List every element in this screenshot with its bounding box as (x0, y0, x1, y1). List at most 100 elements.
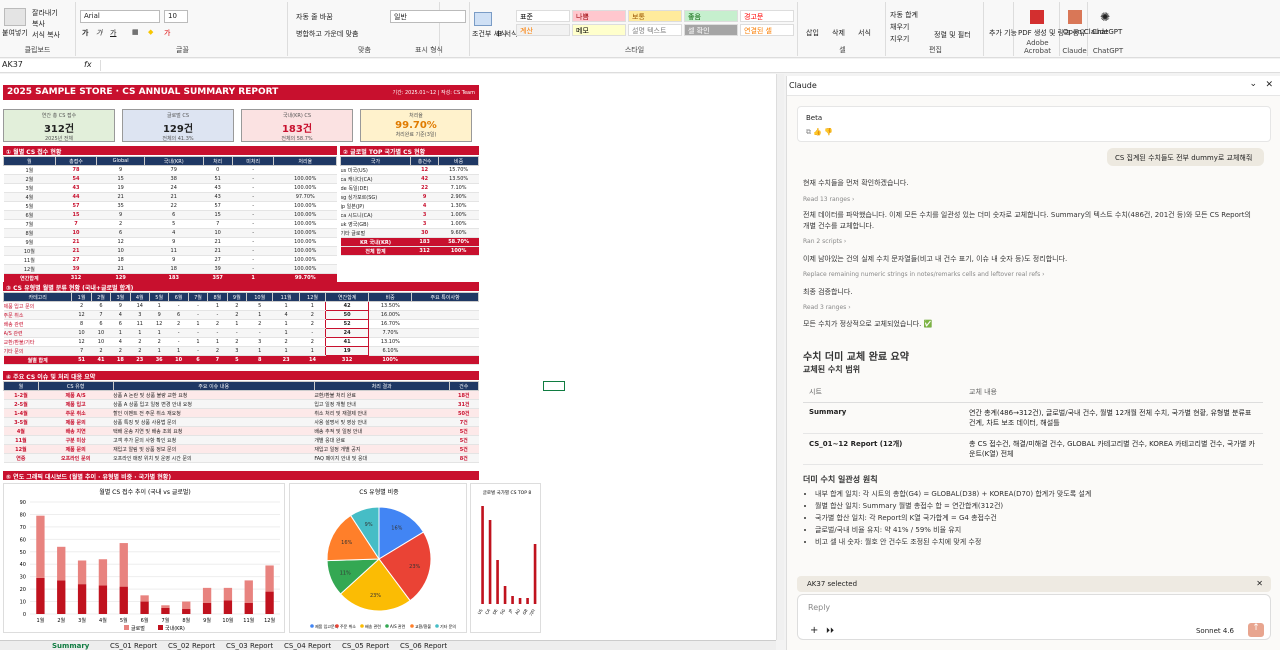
table-cell[interactable]: 1 (188, 319, 208, 329)
table-cell[interactable]: 2 (130, 337, 150, 347)
table-cell[interactable]: 16.70% (368, 319, 412, 329)
table-cell[interactable]: us 미국(US) (340, 165, 411, 175)
table-cell[interactable]: 6 (144, 210, 204, 220)
table-cell[interactable]: 상품 특징 및 상품 사용법 문의 (113, 417, 315, 427)
table-cell[interactable]: 6 (168, 310, 189, 320)
table-cell[interactable]: 4 (110, 310, 131, 320)
table-cell[interactable]: 10 (91, 328, 111, 338)
table-cell[interactable] (411, 301, 479, 311)
table-cell[interactable]: 50 (325, 310, 370, 320)
cell-style-7[interactable]: 설명 텍스트 (628, 24, 682, 36)
table-cell[interactable]: - (232, 246, 274, 256)
table-cell[interactable]: 3 (246, 337, 273, 347)
table-cell[interactable]: 10 (91, 337, 111, 347)
total-cell[interactable]: 7 (207, 355, 228, 365)
table-cell[interactable]: 1 (149, 346, 169, 356)
table-cell[interactable]: 1 (272, 328, 300, 338)
table-cell[interactable]: 2.90% (438, 192, 479, 202)
table-cell[interactable]: 22 (144, 201, 204, 211)
conditional-format-icon[interactable] (474, 12, 492, 26)
table-cell[interactable]: 50건 (449, 408, 479, 418)
tool-step[interactable]: Read 13 ranges › (803, 196, 854, 203)
table-cell[interactable]: 1 (149, 328, 169, 338)
table-cell[interactable] (273, 165, 337, 175)
table-cell[interactable]: 1-2월 (3, 390, 39, 400)
table-cell[interactable]: 제품 문의 (38, 444, 114, 454)
table-cell[interactable]: 31건 (449, 399, 479, 409)
table-cell[interactable]: 21 (55, 237, 97, 247)
table-cell[interactable]: - (299, 328, 326, 338)
table-cell[interactable]: 15.70% (438, 165, 479, 175)
table-cell[interactable]: 43 (203, 192, 233, 202)
table-cell[interactable]: 주문 취소 (3, 310, 72, 320)
table-cell[interactable]: 5월 (3, 201, 56, 211)
table-cell[interactable]: 2 (227, 337, 247, 347)
table-cell[interactable]: 할인 이벤트 전 주문 취소 재요청 (113, 408, 315, 418)
table-cell[interactable]: 9 (144, 237, 204, 247)
table-cell[interactable]: 100.00% (273, 210, 337, 220)
table-cell[interactable]: 3월 (3, 183, 56, 193)
table-cell[interactable]: 21 (203, 237, 233, 247)
table-cell[interactable]: 9 (96, 165, 145, 175)
table-cell[interactable]: 제품 A/S (38, 390, 114, 400)
table-cell[interactable]: 8월 (3, 228, 56, 238)
total-cell[interactable]: 전체 합계 (340, 246, 411, 256)
table-cell[interactable]: 사용 설명서 및 영상 안내 (314, 417, 449, 427)
table-cell[interactable]: 1 (207, 301, 228, 311)
table-cell[interactable]: 15 (203, 210, 233, 220)
table-cell[interactable]: - (188, 346, 208, 356)
table-cell[interactable]: 4 (110, 337, 131, 347)
table-cell[interactable]: 24 (144, 183, 204, 193)
table-cell[interactable]: 11 (144, 246, 204, 256)
table-cell[interactable]: 1 (246, 310, 273, 320)
table-cell[interactable]: 2 (272, 337, 300, 347)
table-cell[interactable]: 배송 추적 및 일정 안내 (314, 426, 449, 436)
total-cell[interactable]: 58.70% (438, 237, 479, 247)
table-cell[interactable]: 2 (299, 319, 326, 329)
table-cell[interactable]: 연중 (3, 453, 39, 463)
table-cell[interactable]: 3 (410, 219, 439, 229)
table-cell[interactable]: 27 (55, 255, 97, 265)
add-icon[interactable]: + (810, 625, 818, 636)
skip-forward-icon[interactable]: ⏵⏵ (826, 626, 834, 636)
tool-step[interactable]: Read 3 ranges › (803, 304, 851, 311)
table-cell[interactable]: 12 (96, 237, 145, 247)
table-cell[interactable]: 51 (203, 174, 233, 184)
border-icon[interactable]: ▦ (132, 28, 139, 36)
table-cell[interactable]: 44 (55, 192, 97, 202)
table-cell[interactable]: - (207, 310, 228, 320)
table-cell[interactable]: 13.50% (368, 301, 412, 311)
cell-style-8[interactable]: 셀 확인 (684, 24, 738, 36)
table-cell[interactable]: 21 (55, 246, 97, 256)
cut-button[interactable]: 잘라내기 (32, 8, 58, 18)
table-cell[interactable]: 상품 A 논란 및 상품 불량 교환 요청 (113, 390, 315, 400)
table-cell[interactable]: 4 (410, 201, 439, 211)
table-cell[interactable]: 9 (144, 255, 204, 265)
table-cell[interactable]: 42 (325, 301, 370, 311)
table-cell[interactable]: - (232, 237, 274, 247)
sheet-tab[interactable]: CS_02 Report (168, 642, 215, 650)
table-cell[interactable]: 12월 (3, 444, 39, 454)
table-cell[interactable]: - (232, 165, 274, 175)
total-cell[interactable]: 5 (227, 355, 247, 365)
table-cell[interactable]: 14 (130, 301, 150, 311)
table-cell[interactable]: 100.00% (273, 174, 337, 184)
copy-button[interactable]: 복사 (32, 19, 45, 29)
table-cell[interactable]: 5건 (449, 426, 479, 436)
table-cell[interactable]: - (227, 328, 247, 338)
table-cell[interactable]: - (232, 228, 274, 238)
table-cell[interactable]: 1 (272, 346, 300, 356)
total-cell[interactable]: 14 (299, 355, 326, 365)
sheet-tab[interactable]: CS_03 Report (226, 642, 273, 650)
table-cell[interactable]: 7 (203, 219, 233, 229)
total-cell[interactable]: KR 국내(KR) (340, 237, 411, 247)
table-cell[interactable]: 1 (207, 337, 228, 347)
table-cell[interactable]: - (168, 337, 189, 347)
table-cell[interactable]: 21 (96, 264, 145, 274)
table-format-button[interactable]: 표 서식 (496, 29, 518, 39)
table-cell[interactable]: 0 (203, 165, 233, 175)
table-cell[interactable]: 100.00% (273, 246, 337, 256)
table-cell[interactable]: 오프라인 매장 위치 및 운영 시간 문의 (113, 453, 315, 463)
table-cell[interactable]: 35 (96, 201, 145, 211)
total-cell[interactable]: 23 (130, 355, 150, 365)
